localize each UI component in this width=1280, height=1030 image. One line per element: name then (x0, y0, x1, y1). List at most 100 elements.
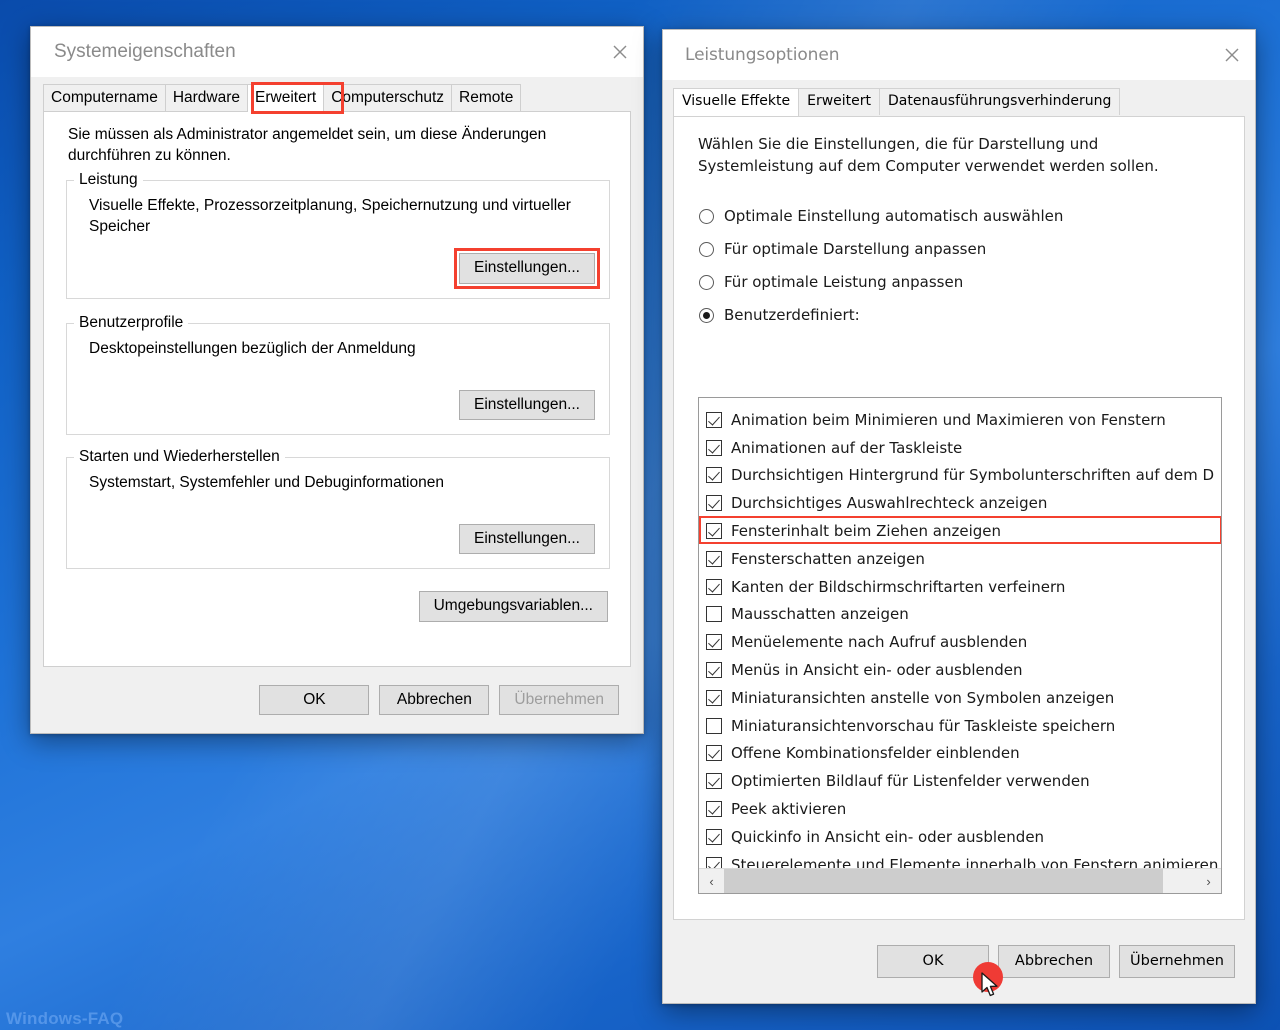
scrollbar-track[interactable] (724, 869, 1196, 893)
tab-erweitert[interactable]: Erweitert (798, 88, 881, 115)
list-item[interactable]: Mausschatten anzeigen (699, 601, 1221, 629)
radio-icon-selected (699, 307, 714, 323)
title-bar: Systemeigenschaften (31, 27, 643, 77)
environment-variables-button[interactable]: Umgebungsvariablen... (418, 591, 608, 623)
list-item-label: Fensterinhalt beim Ziehen anzeigen (731, 522, 1002, 541)
left-ok-button[interactable]: OK (259, 684, 370, 716)
right-ok-button[interactable]: OK (877, 944, 990, 979)
checkbox-checked-icon[interactable] (706, 662, 722, 679)
checkbox-unchecked-icon[interactable] (706, 717, 722, 734)
radio-icon (699, 241, 714, 257)
list-item[interactable]: Durchsichtigen Hintergrund für Symbolunt… (699, 462, 1221, 490)
list-item-label: Peek aktivieren (731, 800, 847, 819)
watermark: Windows-FAQ (6, 1009, 124, 1028)
list-item[interactable]: Peek aktivieren (699, 795, 1221, 823)
checkbox-checked-icon[interactable] (706, 773, 722, 790)
tab-computername[interactable]: Computername (43, 83, 166, 111)
tab-panel-visuelle-effekte: Wählen Sie die Einstellungen, die für Da… (673, 116, 1245, 920)
radio-icon (699, 274, 714, 290)
checkbox-checked-icon[interactable] (706, 745, 722, 762)
window-title: Leistungsoptionen (685, 45, 840, 65)
checkbox-checked-icon[interactable] (706, 550, 722, 567)
scroll-left-icon[interactable]: ‹ (699, 869, 724, 893)
list-item[interactable]: Quickinfo in Ansicht ein- oder ausblende… (699, 823, 1221, 851)
horizontal-scrollbar[interactable]: ‹ › (699, 868, 1221, 893)
tab-erweitert[interactable]: Erweitert (247, 83, 325, 112)
tab-panel-erweitert: Sie müssen als Administrator angemeldet … (43, 111, 631, 667)
list-item[interactable]: Miniaturansichtenvorschau für Taskleiste… (699, 712, 1221, 740)
checkbox-checked-icon[interactable] (706, 439, 722, 456)
radio-label: Optimale Einstellung automatisch auswähl… (724, 207, 1064, 225)
checkbox-checked-icon[interactable] (706, 634, 722, 651)
list-item-label: Mausschatten anzeigen (731, 605, 909, 624)
tab-visuelle-effekte[interactable]: Visuelle Effekte (673, 88, 800, 116)
radio-icon (699, 208, 714, 224)
tab-hardware[interactable]: Hardware (164, 83, 249, 111)
radio-option-best-performance[interactable]: Für optimale Leistung anpassen (699, 266, 1244, 299)
list-item[interactable]: Fensterschatten anzeigen (699, 545, 1221, 573)
admin-notice: Sie müssen als Administrator angemeldet … (68, 126, 547, 164)
tab-datenausfuehrungsverhinderung[interactable]: Datenausführungsverhinderung (879, 88, 1121, 115)
radio-option-best-appearance[interactable]: Für optimale Darstellung anpassen (699, 233, 1244, 266)
right-apply-button[interactable]: Übernehmen (1119, 944, 1235, 979)
left-apply-button: Übernehmen (499, 684, 619, 716)
group-starten-description: Systemstart, Systemfehler und Debuginfor… (89, 474, 444, 492)
title-bar: Leistungsoptionen (663, 30, 1255, 80)
list-item[interactable]: Animation beim Minimieren und Maximieren… (699, 406, 1221, 434)
list-item-label: Quickinfo in Ansicht ein- oder ausblende… (731, 827, 1045, 846)
close-icon[interactable] (1209, 30, 1255, 80)
performance-options-window: Leistungsoptionen Visuelle Effekte Erwei… (662, 29, 1256, 1004)
list-item-label: Menüelemente nach Aufruf ausblenden (731, 633, 1028, 652)
group-benutzerprofile-legend: Benutzerprofile (74, 314, 189, 333)
list-item[interactable]: Kanten der Bildschirmschriftarten verfei… (699, 573, 1221, 601)
checkbox-checked-icon[interactable] (706, 689, 722, 706)
tabstrip: Computername Hardware Erweitert Computer… (43, 82, 643, 114)
left-cancel-button[interactable]: Abbrechen (379, 684, 490, 716)
performance-settings-button[interactable]: Einstellungen... (459, 253, 595, 285)
list-item[interactable]: Optimierten Bildlauf für Listenfelder ve… (699, 767, 1221, 795)
radio-option-custom[interactable]: Benutzerdefiniert: (699, 299, 1244, 332)
checkbox-unchecked-icon[interactable] (706, 606, 722, 623)
list-item[interactable]: Offene Kombinationsfelder einblenden (699, 740, 1221, 768)
checkbox-checked-icon[interactable] (706, 578, 722, 595)
list-item-label: Optimierten Bildlauf für Listenfelder ve… (731, 772, 1090, 791)
checkbox-checked-icon[interactable] (706, 467, 722, 484)
list-item[interactable]: Miniaturansichten anstelle von Symbolen … (699, 684, 1221, 712)
checkbox-checked-icon[interactable] (706, 523, 722, 540)
visual-effects-listbox[interactable]: Animation beim Minimieren und Maximieren… (698, 397, 1222, 894)
list-item-label: Durchsichtiges Auswahlrechteck anzeigen (731, 494, 1048, 513)
list-item-label: Offene Kombinationsfelder einblenden (731, 744, 1020, 763)
system-properties-window: Systemeigenschaften Computername Hardwar… (30, 26, 644, 734)
checkbox-checked-icon[interactable] (706, 828, 722, 845)
list-item-label: Miniaturansichten anstelle von Symbolen … (731, 688, 1115, 707)
tabstrip: Visuelle Effekte Erweitert Datenausführu… (673, 87, 1255, 116)
checkbox-checked-icon[interactable] (706, 411, 722, 428)
radio-label: Benutzerdefiniert: (724, 306, 860, 324)
list-item[interactable]: Menüs in Ansicht ein- oder ausblenden (699, 656, 1221, 684)
list-item[interactable]: Fensterinhalt beim Ziehen anzeigen (699, 516, 1221, 545)
tab-computerschutz[interactable]: Computerschutz (323, 83, 453, 111)
checkbox-checked-icon[interactable] (706, 801, 722, 818)
left-window-footer: OK Abbrechen Übernehmen (31, 667, 643, 733)
visual-effects-radio-group: Optimale Einstellung automatisch auswähl… (674, 178, 1244, 332)
list-item-label: Miniaturansichtenvorschau für Taskleiste… (731, 716, 1116, 735)
radio-option-auto[interactable]: Optimale Einstellung automatisch auswähl… (699, 200, 1244, 233)
group-leistung: Leistung Visuelle Effekte, Prozessorzeit… (66, 171, 610, 300)
close-icon[interactable] (597, 27, 643, 77)
list-item-label: Fensterschatten anzeigen (731, 549, 925, 568)
right-window-footer: OK Abbrechen Übernehmen (663, 920, 1255, 1003)
list-item-label: Durchsichtigen Hintergrund für Symbolunt… (731, 466, 1215, 485)
radio-label: Für optimale Leistung anpassen (724, 273, 964, 291)
scrollbar-thumb[interactable] (724, 869, 1163, 893)
right-cancel-button[interactable]: Abbrechen (998, 944, 1111, 979)
startup-settings-button[interactable]: Einstellungen... (459, 523, 595, 555)
list-item[interactable]: Durchsichtiges Auswahlrechteck anzeigen (699, 489, 1221, 517)
window-title: Systemeigenschaften (54, 41, 236, 62)
checkbox-checked-icon[interactable] (706, 495, 722, 512)
scroll-right-icon[interactable]: › (1196, 869, 1221, 893)
userprofile-settings-button[interactable]: Einstellungen... (459, 389, 595, 421)
list-item[interactable]: Animationen auf der Taskleiste (699, 434, 1221, 462)
tab-remote[interactable]: Remote (451, 83, 522, 111)
group-leistung-description: Visuelle Effekte, Prozessorzeitplanung, … (89, 197, 571, 235)
list-item[interactable]: Menüelemente nach Aufruf ausblenden (699, 628, 1221, 656)
